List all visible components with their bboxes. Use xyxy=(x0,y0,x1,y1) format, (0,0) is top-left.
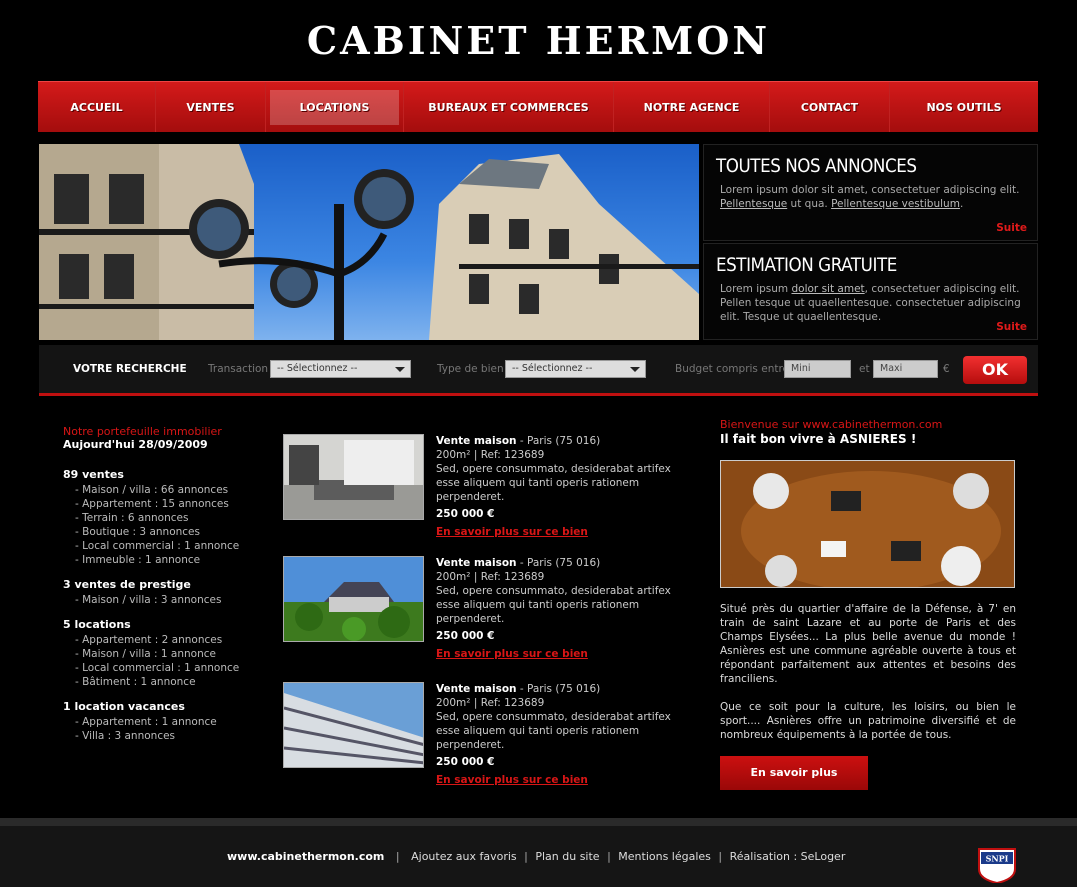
annonces-suite-link[interactable]: Suite xyxy=(996,222,1027,234)
search-ok-button[interactable]: OK xyxy=(963,356,1027,384)
welcome-title: Il fait bon vivre à ASNIERES ! xyxy=(720,432,917,446)
search-bar: VOTRE RECHERCHE Transaction -- Sélection… xyxy=(39,345,1038,396)
listing-item: Vente maison - Paris (75 016) 200m² | Re… xyxy=(283,434,693,538)
portfolio-date: Aujourd'hui 28/09/2009 xyxy=(63,438,208,451)
nav-agence[interactable]: NOTRE AGENCE xyxy=(614,82,770,132)
type-label: Type de bien xyxy=(437,363,504,375)
currency-label: € xyxy=(943,363,950,375)
footer: www.cabinethermon.com | Ajoutez aux favo… xyxy=(0,818,1077,887)
listing-more-link[interactable]: En savoir plus sur ce bien xyxy=(436,525,696,539)
annonces-title: TOUTES NOS ANNONCES xyxy=(716,155,917,177)
budget-max-input[interactable]: Maxi xyxy=(873,360,938,378)
budget-label: Budget compris entre xyxy=(675,363,790,375)
nav-ventes[interactable]: VENTES xyxy=(156,82,266,132)
estimation-suite-link[interactable]: Suite xyxy=(996,321,1027,333)
et-label: et xyxy=(859,363,870,375)
footer-plan-link[interactable]: Plan du site xyxy=(535,850,599,863)
listing-item: Vente maison - Paris (75 016) 200m² | Re… xyxy=(283,556,693,660)
meeting-photo xyxy=(720,460,1015,588)
transaction-select[interactable]: -- Sélectionnez -- xyxy=(270,360,411,378)
dolor-link[interactable]: dolor sit amet xyxy=(791,283,864,295)
nav-accueil[interactable]: ACCUEIL xyxy=(38,82,156,132)
nav-bureaux[interactable]: BUREAUX ET COMMERCES xyxy=(404,82,614,132)
budget-min-input[interactable]: Mini xyxy=(784,360,851,378)
vestibulum-link[interactable]: Pellentesque vestibulum xyxy=(831,198,960,210)
estimation-box: ESTIMATION GRATUITE Lorem ipsum dolor si… xyxy=(703,243,1038,340)
footer-realisation-link[interactable]: Réalisation : SeLoger xyxy=(730,850,846,863)
annonces-box: TOUTES NOS ANNONCES Lorem ipsum dolor si… xyxy=(703,144,1038,241)
welcome-text-1: Situé près du quartier d'affaire de la D… xyxy=(720,603,1016,685)
snpi-badge-icon[interactable]: SNPI xyxy=(975,845,1019,885)
main-nav: ACCUEIL VENTES LOCATIONS BUREAUX ET COMM… xyxy=(38,81,1038,132)
welcome-text-2: Que ce soit pour la culture, les loisirs… xyxy=(720,701,1016,741)
portfolio-title: Notre portefeuille immobilier xyxy=(63,425,222,438)
listing-thumb-interior[interactable] xyxy=(283,434,424,520)
footer-site-link[interactable]: www.cabinethermon.com xyxy=(227,850,384,863)
welcome-line: Bienvenue sur www.cabinethermon.com xyxy=(720,418,943,431)
svg-text:SNPI: SNPI xyxy=(986,854,1009,864)
portfolio-panel: Notre portefeuille immobilier Aujourd'hu… xyxy=(63,425,263,743)
category-prestige[interactable]: 3 ventes de prestige - Maison / villa : … xyxy=(63,577,263,607)
category-ventes[interactable]: 89 ventes - Maison / villa : 66 annonces… xyxy=(63,467,263,567)
type-select[interactable]: -- Sélectionnez -- xyxy=(505,360,646,378)
nav-locations[interactable]: LOCATIONS xyxy=(266,82,404,132)
welcome-panel: Bienvenue sur www.cabinethermon.com Il f… xyxy=(720,418,1016,790)
nav-contact[interactable]: CONTACT xyxy=(770,82,890,132)
hero-image xyxy=(39,144,699,340)
en-savoir-plus-button[interactable]: En savoir plus xyxy=(720,756,868,790)
nav-outils[interactable]: NOS OUTILS xyxy=(890,82,1038,132)
listing-more-link[interactable]: En savoir plus sur ce bien xyxy=(436,647,696,661)
footer-favoris-link[interactable]: Ajoutez aux favoris xyxy=(411,850,517,863)
listing-item: Vente maison - Paris (75 016) 200m² | Re… xyxy=(283,682,693,786)
pellentesque-link[interactable]: Pellentesque xyxy=(720,198,787,210)
site-logo[interactable]: CABINET HERMON xyxy=(0,18,1077,63)
listing-thumb-house[interactable] xyxy=(283,556,424,642)
category-vacances[interactable]: 1 location vacances - Appartement : 1 an… xyxy=(63,699,263,743)
search-title: VOTRE RECHERCHE xyxy=(73,363,187,375)
listing-thumb-building[interactable] xyxy=(283,682,424,768)
estimation-title: ESTIMATION GRATUITE xyxy=(716,254,897,276)
listing-more-link[interactable]: En savoir plus sur ce bien xyxy=(436,773,696,787)
category-locations[interactable]: 5 locations - Appartement : 2 annonces -… xyxy=(63,617,263,689)
footer-mentions-link[interactable]: Mentions légales xyxy=(618,850,711,863)
transaction-label: Transaction xyxy=(208,363,269,375)
